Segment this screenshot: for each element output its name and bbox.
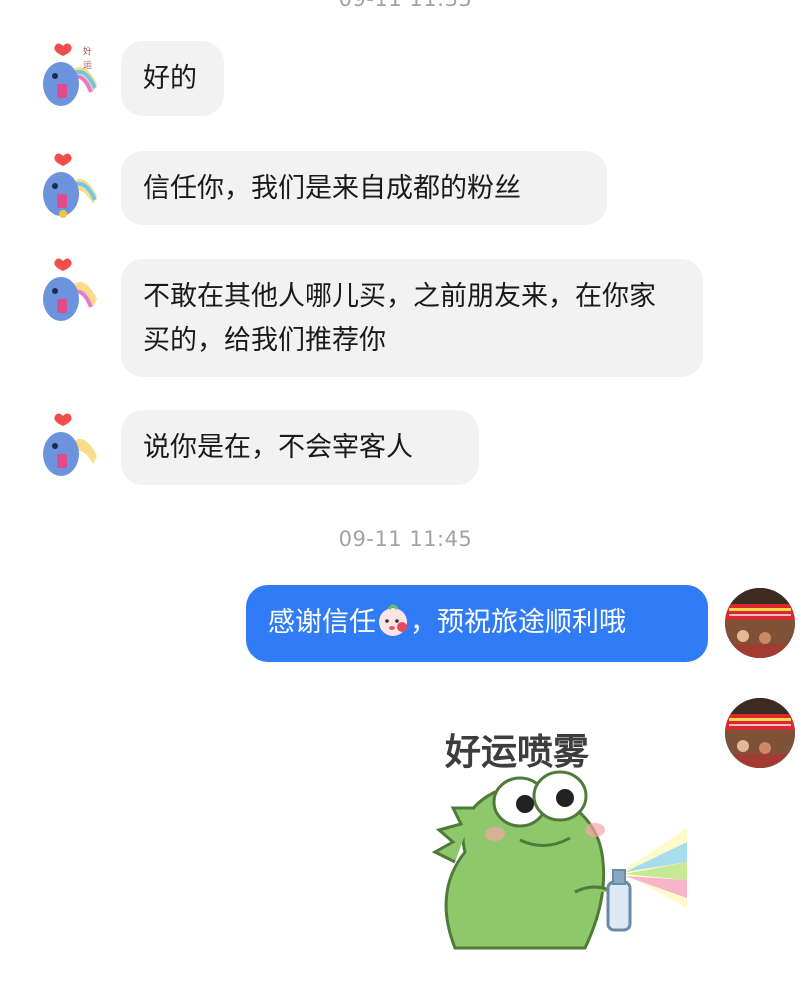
message-text: 信任你，我们是来自成都的粉丝 (143, 173, 521, 204)
chat-screen: 09-11 11:35 好 运 好的 (0, 0, 811, 1001)
message-text: 说你是在，不会宰客人 (143, 432, 413, 463)
contact-avatar[interactable] (33, 412, 103, 482)
blush-face-emoji-icon (376, 603, 410, 637)
incoming-message-bubble[interactable]: 不敢在其他人哪儿买，之前朋友来，在你家买的，给我们推荐你 (121, 259, 703, 377)
shop-storefront-icon (725, 588, 795, 658)
message-text: 好的 (143, 63, 197, 94)
svg-text:运: 运 (83, 60, 92, 71)
message-text: 感谢信任 (268, 607, 376, 638)
incoming-message-bubble[interactable]: 信任你，我们是来自成都的粉丝 (121, 151, 607, 225)
frog-spray-sticker-icon: 好运喷雾 (431, 732, 687, 950)
contact-avatar[interactable] (33, 255, 103, 325)
contact-avatar[interactable] (33, 152, 103, 222)
timestamp: 09-11 11:35 (0, 0, 811, 11)
my-avatar[interactable] (725, 698, 795, 768)
dino-sticker-icon (33, 255, 103, 325)
message-text: ，预祝旅途顺利哦 (410, 607, 626, 638)
timestamp: 09-11 11:45 (338, 527, 473, 551)
my-avatar[interactable] (725, 588, 795, 658)
message-text: 不敢在其他人哪儿买，之前朋友来，在你家买的，给我们推荐你 (143, 281, 656, 356)
frog-spray-sticker[interactable]: 好运喷雾 (425, 712, 705, 952)
outgoing-message-bubble[interactable]: 感谢信任 ，预祝旅途顺利哦 (246, 585, 708, 662)
svg-text:好: 好 (83, 45, 92, 57)
shop-storefront-icon (725, 698, 795, 768)
incoming-message-bubble[interactable]: 说你是在，不会宰客人 (121, 410, 479, 485)
dino-sticker-icon (33, 152, 103, 222)
sticker-caption: 好运喷雾 (444, 732, 590, 773)
contact-avatar[interactable]: 好 运 (33, 40, 103, 110)
incoming-message-bubble[interactable]: 好的 (121, 41, 224, 116)
dino-sticker-icon (33, 412, 103, 482)
dino-sticker-icon: 好 运 (33, 40, 103, 110)
